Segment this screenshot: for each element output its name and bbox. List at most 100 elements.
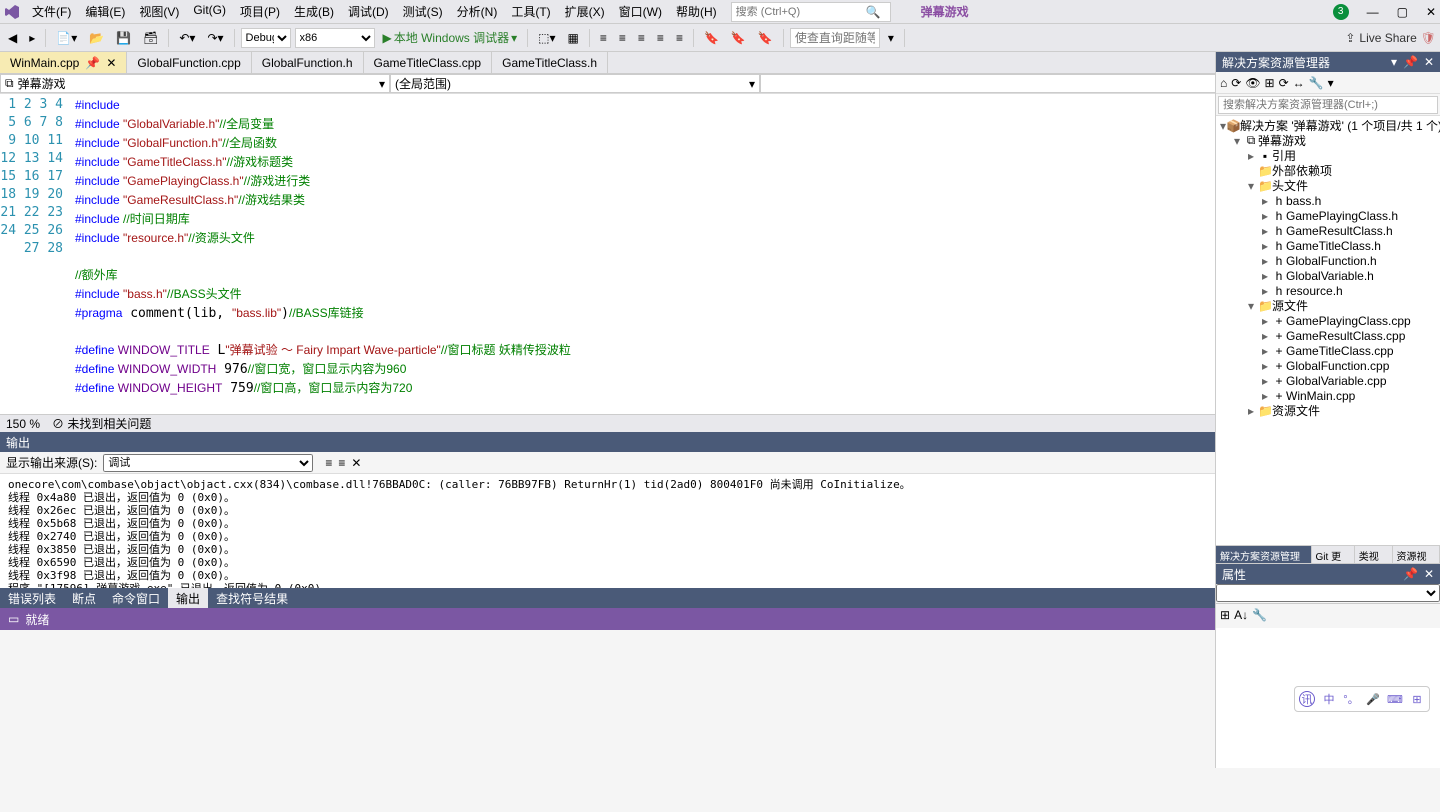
tree-node[interactable]: ▸+ GlobalVariable.cpp: [1216, 373, 1440, 388]
menu-item[interactable]: 生成(B): [288, 1, 340, 22]
document-tab[interactable]: GameTitleClass.cpp: [364, 52, 493, 73]
find-input[interactable]: [790, 28, 880, 48]
zoom-level[interactable]: 150 %: [6, 417, 40, 431]
bottom-tab[interactable]: 断点: [64, 588, 104, 608]
tree-node[interactable]: ▸▪ 引用: [1216, 148, 1440, 163]
right-tab[interactable]: 解决方案资源管理器: [1216, 546, 1312, 563]
close-tab-icon[interactable]: ✕: [106, 56, 116, 70]
pin-icon[interactable]: 📌: [85, 56, 100, 70]
find-icon[interactable]: ▾: [884, 29, 898, 47]
wrap-icon[interactable]: ≡: [338, 456, 345, 470]
bookmark-icon[interactable]: 🔖: [727, 29, 750, 47]
right-tab[interactable]: 资源视图: [1393, 546, 1440, 563]
uncomment-icon[interactable]: ≡: [672, 29, 687, 47]
nav-fwd-icon[interactable]: ▸: [25, 29, 39, 47]
tree-node[interactable]: ▸h GamePlayingClass.h: [1216, 208, 1440, 223]
tree-node[interactable]: 📁 外部依赖项: [1216, 163, 1440, 178]
quick-search[interactable]: 🔍: [731, 2, 891, 22]
open-icon[interactable]: 📂: [85, 29, 108, 47]
pin-icon[interactable]: 📌: [1403, 55, 1418, 69]
alpha-icon[interactable]: A↓: [1234, 608, 1248, 624]
tree-node[interactable]: ▸h GlobalVariable.h: [1216, 268, 1440, 283]
tree-node[interactable]: ▸h bass.h: [1216, 193, 1440, 208]
liveshare-button[interactable]: ⇪ Live Share 🛡: [1345, 31, 1436, 45]
tree-node[interactable]: ▾📁 源文件: [1216, 298, 1440, 313]
bottom-tab[interactable]: 查找符号结果: [208, 588, 296, 608]
search-icon[interactable]: 🔍: [866, 5, 881, 19]
tree-node[interactable]: ▸h GameResultClass.h: [1216, 223, 1440, 238]
tree-node[interactable]: ▸h resource.h: [1216, 283, 1440, 298]
nav-project-combo[interactable]: ⧉ 弹幕游戏 ▾: [0, 74, 390, 93]
tree-node[interactable]: ▾⧉ 弹幕游戏: [1216, 133, 1440, 148]
menu-item[interactable]: 扩展(X): [559, 1, 611, 22]
close-icon[interactable]: ✕: [1424, 567, 1434, 581]
tree-node[interactable]: ▸+ GamePlayingClass.cpp: [1216, 313, 1440, 328]
tool-icon[interactable]: ⟳: [1231, 76, 1241, 90]
tool-icon[interactable]: ⟳: [1279, 76, 1289, 90]
document-tab[interactable]: GlobalFunction.h: [252, 52, 364, 73]
document-tab[interactable]: WinMain.cpp 📌 ✕: [0, 52, 127, 73]
menu-item[interactable]: 工具(T): [505, 1, 556, 22]
document-tab[interactable]: GameTitleClass.h: [492, 52, 608, 73]
close-icon[interactable]: ✕: [1424, 55, 1434, 69]
solution-tree[interactable]: ▾📦 解决方案 '弹幕游戏' (1 个项目/共 1 个)▾⧉ 弹幕游戏▸▪ 引用…: [1216, 116, 1440, 545]
document-tab[interactable]: GlobalFunction.cpp: [127, 52, 251, 73]
bookmark-icon[interactable]: 🔖: [700, 29, 723, 47]
menu-item[interactable]: 窗口(W): [613, 1, 668, 22]
ime-icon[interactable]: 讯: [1299, 691, 1315, 707]
right-tab[interactable]: 类视图: [1355, 546, 1393, 563]
nav-back-icon[interactable]: ◀: [4, 29, 21, 47]
dropdown-icon[interactable]: ▾: [1391, 55, 1397, 69]
minimize-icon[interactable]: —: [1367, 5, 1379, 19]
tree-node[interactable]: ▸h GameTitleClass.h: [1216, 238, 1440, 253]
solution-search-input[interactable]: [1218, 96, 1438, 114]
tree-node[interactable]: ▸+ GameTitleClass.cpp: [1216, 343, 1440, 358]
tree-node[interactable]: ▸+ WinMain.cpp: [1216, 388, 1440, 403]
tool-icon[interactable]: ⊞: [1265, 76, 1275, 90]
tool-icon[interactable]: ⬚▾: [534, 29, 559, 47]
props-select[interactable]: [1216, 584, 1440, 602]
tool-icon[interactable]: 🔧: [1309, 76, 1324, 90]
ime-icon[interactable]: °。: [1343, 691, 1359, 707]
menu-item[interactable]: 项目(P): [234, 1, 286, 22]
tree-node[interactable]: ▸📁 资源文件: [1216, 403, 1440, 418]
comment-icon[interactable]: ≡: [653, 29, 668, 47]
props-icon[interactable]: 🔧: [1252, 608, 1267, 624]
search-input[interactable]: [736, 6, 866, 18]
tool-icon[interactable]: ▦: [564, 29, 583, 47]
tree-node[interactable]: ▾📦 解决方案 '弹幕游戏' (1 个项目/共 1 个): [1216, 118, 1440, 133]
clear-icon[interactable]: ≡: [325, 456, 332, 470]
indent-icon[interactable]: ≡: [615, 29, 630, 47]
nav-scope-combo[interactable]: (全局范围) ▾: [390, 74, 760, 93]
ime-toolbar[interactable]: 讯 中 °。 🎤 ⌨ ⊞: [1294, 686, 1430, 712]
tree-node[interactable]: ▸+ GameResultClass.cpp: [1216, 328, 1440, 343]
bottom-tab[interactable]: 输出: [168, 588, 208, 608]
ime-grid-icon[interactable]: ⊞: [1409, 691, 1425, 707]
menu-item[interactable]: 视图(V): [133, 1, 185, 22]
redo-icon[interactable]: ↷▾: [203, 29, 227, 47]
pin-icon[interactable]: 📌: [1403, 567, 1418, 581]
ime-icon[interactable]: 中: [1321, 691, 1337, 707]
config-select[interactable]: Debug: [241, 28, 291, 48]
indent-icon[interactable]: ≡: [596, 29, 611, 47]
tool-icon[interactable]: ↔: [1293, 76, 1305, 90]
tool-icon[interactable]: 👁: [1245, 76, 1260, 90]
account-badge-icon[interactable]: 3: [1333, 4, 1349, 20]
save-icon[interactable]: 💾: [112, 29, 135, 47]
menu-item[interactable]: 帮助(H): [670, 1, 723, 22]
menu-item[interactable]: 文件(F): [26, 1, 77, 22]
right-tab[interactable]: Git 更改: [1312, 546, 1355, 563]
categorize-icon[interactable]: ⊞: [1220, 608, 1230, 624]
issues-status[interactable]: 未找到相关问题: [67, 417, 151, 431]
tree-node[interactable]: ▸+ GlobalFunction.cpp: [1216, 358, 1440, 373]
new-file-icon[interactable]: 📄▾: [52, 29, 81, 47]
menu-item[interactable]: 测试(S): [397, 1, 449, 22]
maximize-icon[interactable]: ▢: [1397, 5, 1408, 19]
ime-mic-icon[interactable]: 🎤: [1365, 691, 1381, 707]
close-icon[interactable]: ✕: [1426, 5, 1436, 19]
ime-kbd-icon[interactable]: ⌨: [1387, 691, 1403, 707]
output-source-select[interactable]: 调试: [103, 454, 313, 472]
menu-item[interactable]: Git(G): [187, 1, 232, 22]
bottom-tab[interactable]: 命令窗口: [104, 588, 168, 608]
menu-item[interactable]: 调试(D): [342, 1, 395, 22]
